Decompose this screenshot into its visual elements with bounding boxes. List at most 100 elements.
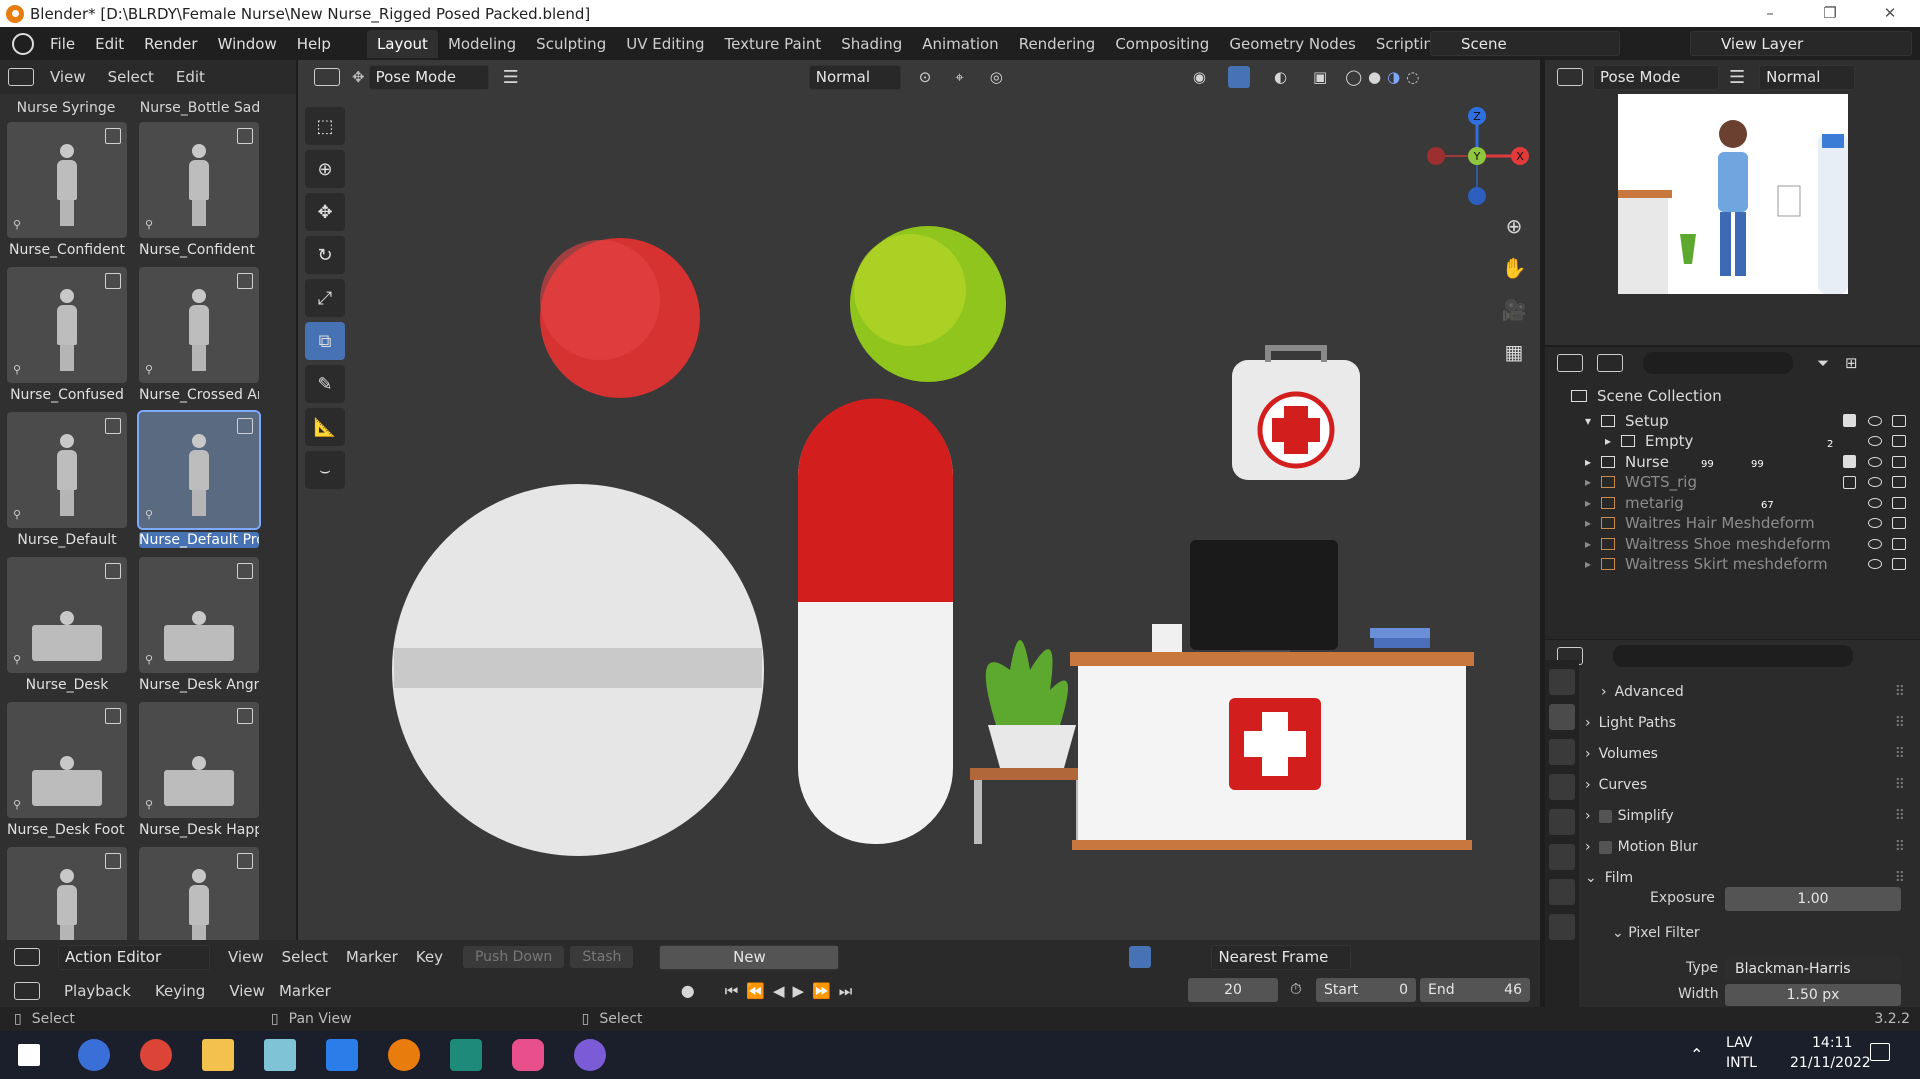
transform-tool[interactable]: ⧉ <box>305 322 345 360</box>
drag-handle-icon[interactable]: ⠿ <box>1895 839 1905 855</box>
blender-taskbar-icon[interactable] <box>388 1039 420 1071</box>
expand-arrow-icon[interactable]: ▸ <box>1585 475 1591 489</box>
asset-item[interactable]: ⚲ Nurse_Default Pro... <box>137 410 261 548</box>
drag-handle-icon[interactable]: ⠿ <box>1895 808 1905 824</box>
tab-modeling[interactable]: Modeling <box>438 30 526 58</box>
asset-item[interactable]: ⚲ Nurse_Desk Angry <box>139 557 259 693</box>
vscode-icon[interactable] <box>326 1039 358 1071</box>
blender-menu-icon[interactable] <box>12 32 34 55</box>
asset-item[interactable]: ⚲ Nurse_Confused <box>7 267 127 403</box>
drag-handle-icon[interactable]: ⠿ <box>1895 684 1905 700</box>
outliner-scene-collection[interactable]: Scene Collection <box>1545 383 1920 408</box>
mode-selector[interactable]: Pose Mode <box>368 64 489 90</box>
action-editor-mode-selector[interactable]: Action Editor <box>58 944 210 970</box>
expand-arrow-icon[interactable]: ▸ <box>1585 516 1591 530</box>
view-layer-selector[interactable]: View Layer <box>1690 31 1912 56</box>
minimize-button[interactable]: – <box>1740 0 1800 27</box>
tray-chevron-icon[interactable]: ⌃ <box>1690 1045 1703 1064</box>
edit-asset-icon[interactable] <box>105 708 121 724</box>
asset-label-bottle-sad[interactable]: Nurse_Bottle Sad <box>138 100 262 116</box>
tab-compositing[interactable]: Compositing <box>1105 30 1219 58</box>
tab-sculpting[interactable]: Sculpting <box>526 30 616 58</box>
transform-orientation-selector[interactable]: Normal <box>808 64 901 90</box>
play-reverse-icon[interactable]: ◀ <box>773 982 785 1000</box>
end-frame-field[interactable]: End 46 <box>1420 978 1530 1002</box>
asset-item[interactable]: ⚲ Nurse_Desk Happy <box>139 702 259 838</box>
visibility-eye-icon[interactable] <box>1868 436 1882 446</box>
drag-handle-icon[interactable]: ⠿ <box>1895 777 1905 793</box>
jump-next-key-icon[interactable]: ⏩ <box>812 982 831 1000</box>
properties-section-header[interactable]: › Simplify ⠿ <box>1585 802 1915 830</box>
pivot-icon[interactable]: ⊙ <box>919 68 932 86</box>
expand-arrow-icon[interactable]: ▸ <box>1605 434 1611 448</box>
render-camera-icon[interactable] <box>1892 455 1906 468</box>
stopwatch-icon[interactable]: ⏱ <box>1290 980 1302 998</box>
snap-mode-selector[interactable]: Nearest Frame <box>1211 944 1352 970</box>
asset-item[interactable]: ⚲ Nurse_Crossed Arm <box>139 267 259 403</box>
shading-solid-icon[interactable]: ● <box>1368 68 1381 86</box>
properties-section-header[interactable]: › Advanced ⠿ <box>1585 678 1915 706</box>
render-camera-icon[interactable] <box>1892 537 1906 550</box>
notifications-icon[interactable] <box>1870 1043 1890 1061</box>
outliner-search-input[interactable] <box>1643 352 1793 374</box>
preview-hamburger-icon[interactable]: ☰ <box>1729 67 1745 88</box>
edit-asset-icon[interactable] <box>237 273 253 289</box>
creative-cloud-icon[interactable] <box>512 1039 544 1071</box>
maximize-button[interactable]: ❐ <box>1800 0 1860 27</box>
preview-mode-selector[interactable]: Pose Mode <box>1593 64 1719 90</box>
asset-label-syringe[interactable]: Nurse Syringe <box>6 100 126 116</box>
visibility-eye-icon[interactable] <box>1868 538 1882 549</box>
jump-start-icon[interactable]: ⏮ <box>725 982 739 1000</box>
edit-asset-icon[interactable] <box>105 273 121 289</box>
visibility-icon[interactable]: ◉ <box>1193 68 1206 86</box>
shading-wireframe-icon[interactable]: ◯ <box>1345 68 1362 86</box>
edit-asset-icon[interactable] <box>237 418 253 434</box>
asset-item[interactable]: ⚲ Nurse_Desk Foot ... <box>7 702 127 838</box>
stash-button[interactable]: Stash <box>570 946 634 968</box>
visibility-eye-icon[interactable] <box>1868 497 1882 508</box>
expand-arrow-icon[interactable]: ▸ <box>1585 537 1591 551</box>
asset-menu-select[interactable]: Select <box>108 68 154 86</box>
tab-rendering[interactable]: Rendering <box>1009 30 1106 58</box>
visibility-eye-icon[interactable] <box>1868 559 1882 569</box>
snap-icon[interactable]: ⌖ <box>955 68 963 86</box>
outliner-editor-type-icon[interactable] <box>1557 354 1583 372</box>
clock-time[interactable]: 14:11 <box>1812 1035 1852 1051</box>
push-down-button[interactable]: Push Down <box>462 946 565 968</box>
only-selected-icon[interactable] <box>1129 946 1152 968</box>
section-enable-checkbox[interactable] <box>1598 840 1612 854</box>
expand-arrow-icon[interactable]: ▸ <box>1585 455 1591 469</box>
expand-arrow-icon[interactable]: ▸ <box>1585 496 1591 510</box>
render-camera-icon[interactable] <box>1892 476 1906 488</box>
timeline-menu-view[interactable]: View <box>229 982 265 1000</box>
asset-item[interactable]: ⚲ Nurse_Desk <box>7 557 127 693</box>
render-camera-icon[interactable] <box>1892 496 1906 509</box>
timeline-menu-playback[interactable]: Playback <box>64 982 131 1000</box>
visibility-eye-icon[interactable] <box>1868 518 1882 528</box>
edit-asset-icon[interactable] <box>237 853 253 869</box>
timeline-editor-type-icon[interactable] <box>14 981 40 1000</box>
edit-asset-icon[interactable] <box>105 563 121 579</box>
annotate-tool[interactable]: ✎ <box>305 365 345 403</box>
scene-selector[interactable]: Scene <box>1430 31 1620 56</box>
select-box-tool[interactable]: ⬚ <box>305 107 345 145</box>
render-camera-icon[interactable] <box>1892 435 1906 447</box>
action-editor-type-icon[interactable] <box>14 948 40 966</box>
filter-width-field[interactable]: 1.50 px <box>1725 984 1901 1006</box>
media-app-icon[interactable] <box>450 1039 482 1071</box>
navigation-gizmo[interactable]: Z Y X <box>1420 102 1540 212</box>
tab-shading[interactable]: Shading <box>831 30 912 58</box>
edit-asset-icon[interactable] <box>105 128 121 144</box>
menu-file[interactable]: File <box>40 35 85 53</box>
exclude-checkbox[interactable] <box>1843 414 1856 427</box>
expand-arrow-icon[interactable]: ▾ <box>1585 414 1591 428</box>
new-action-button[interactable]: New <box>659 944 840 970</box>
menu-window[interactable]: Window <box>208 35 287 53</box>
shading-rendered-icon[interactable]: ◌ <box>1406 68 1419 86</box>
overlay-icon[interactable]: ◐ <box>1274 68 1287 86</box>
file-explorer-icon[interactable] <box>202 1039 234 1071</box>
gizmo-toggle-icon[interactable] <box>1227 66 1250 88</box>
outliner-row[interactable]: ▸ Waitress Skirt meshdeform <box>1545 552 1920 577</box>
tab-animation[interactable]: Animation <box>912 30 1008 58</box>
measure-tool[interactable]: 📐 <box>305 408 345 446</box>
